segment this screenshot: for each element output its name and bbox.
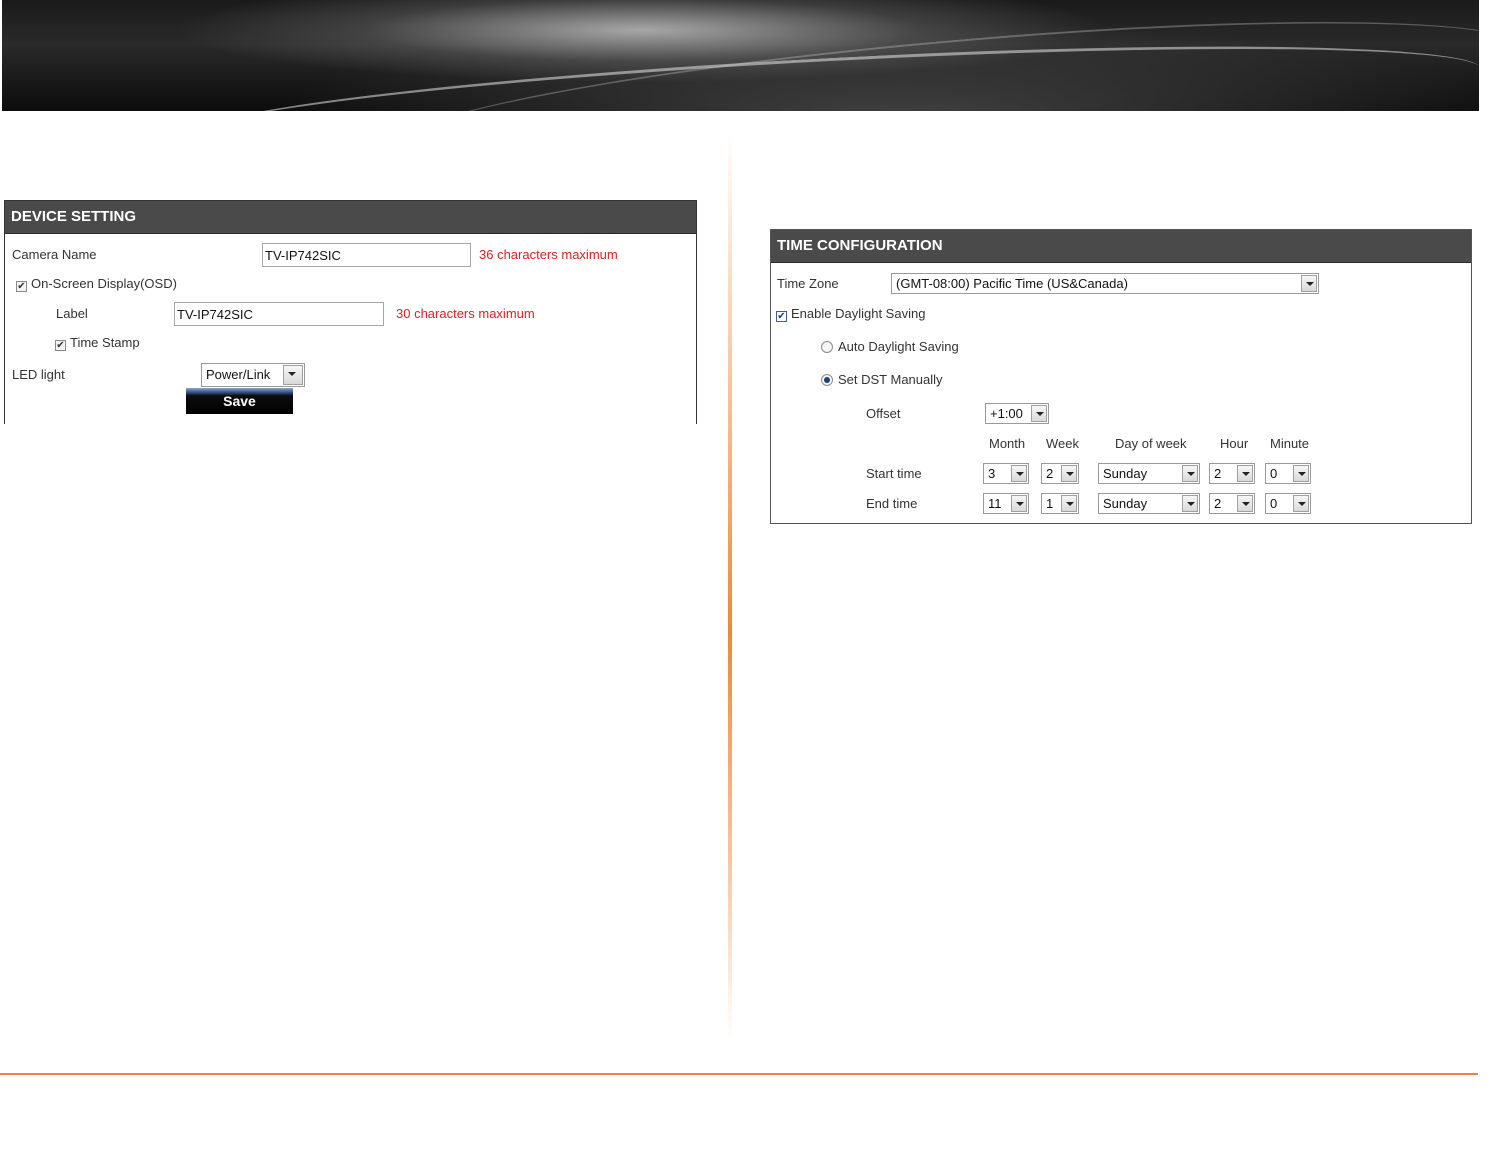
start-day-value: Sunday: [1103, 466, 1148, 481]
end-month-select[interactable]: 11: [983, 493, 1029, 514]
camera-name-input[interactable]: [262, 243, 471, 267]
label-input[interactable]: [174, 302, 384, 326]
banner-swoosh-secondary: [378, 0, 1479, 111]
auto-dst-row: Auto Daylight Saving: [821, 339, 959, 354]
time-zone-select[interactable]: (GMT-08:00) Pacific Time (US&Canada): [891, 273, 1319, 294]
led-light-value: Power/Link: [206, 367, 271, 382]
save-button[interactable]: Save: [186, 388, 293, 414]
vertical-divider: [728, 130, 732, 1040]
footer-divider: [0, 1073, 1478, 1075]
time-zone-value: (GMT-08:00) Pacific Time (US&Canada): [896, 276, 1128, 291]
chevron-down-icon: [1293, 465, 1309, 482]
label-label: Label: [56, 306, 88, 321]
start-month-select[interactable]: 3: [983, 463, 1029, 484]
column-week: Week: [1046, 436, 1079, 451]
end-hour-value: 2: [1214, 496, 1222, 511]
end-hour-select[interactable]: 2: [1209, 493, 1255, 514]
start-minute-value: 0: [1270, 466, 1278, 481]
end-week-value: 1: [1046, 496, 1054, 511]
chevron-down-icon: [1237, 465, 1253, 482]
camera-name-label: Camera Name: [12, 247, 97, 262]
time-stamp-label: Time Stamp: [70, 335, 140, 350]
column-month: Month: [989, 436, 1026, 451]
offset-value: +1:00: [990, 406, 1023, 421]
header-banner: [2, 0, 1479, 111]
chevron-down-icon: [1061, 495, 1077, 512]
osd-row: ✔ On-Screen Display(OSD): [16, 276, 177, 292]
chevron-down-icon: [1301, 275, 1317, 292]
chevron-down-icon: [1061, 465, 1077, 482]
end-time-label: End time: [866, 496, 918, 511]
start-time-label: Start time: [866, 466, 922, 481]
time-configuration-panel: TIME CONFIGURATION Time Zone (GMT-08:00)…: [770, 229, 1472, 524]
start-month-value: 3: [988, 466, 996, 481]
time-stamp-row: ✔ Time Stamp: [55, 335, 140, 351]
time-zone-label: Time Zone: [777, 276, 839, 291]
chevron-down-icon: [283, 365, 303, 385]
chevron-down-icon: [1293, 495, 1309, 512]
chevron-down-icon: [1011, 465, 1027, 482]
start-minute-select[interactable]: 0: [1265, 463, 1311, 484]
osd-checkbox[interactable]: ✔: [16, 281, 27, 292]
offset-label: Offset: [866, 406, 901, 421]
enable-dst-label: Enable Daylight Saving: [791, 306, 926, 321]
offset-select[interactable]: +1:00: [985, 403, 1049, 424]
end-minute-select[interactable]: 0: [1265, 493, 1311, 514]
device-setting-title: DEVICE SETTING: [5, 201, 696, 234]
chevron-down-icon: [1011, 495, 1027, 512]
start-day-select[interactable]: Sunday: [1098, 463, 1200, 484]
chevron-down-icon: [1182, 495, 1198, 512]
chevron-down-icon: [1237, 495, 1253, 512]
end-week-select[interactable]: 1: [1041, 493, 1079, 514]
manual-dst-label: Set DST Manually: [838, 372, 943, 387]
start-week-select[interactable]: 2: [1041, 463, 1079, 484]
start-week-value: 2: [1046, 466, 1054, 481]
end-month-value: 11: [988, 496, 1002, 511]
osd-label: On-Screen Display(OSD): [31, 276, 177, 291]
start-hour-value: 2: [1214, 466, 1222, 481]
end-day-select[interactable]: Sunday: [1098, 493, 1200, 514]
column-minute: Minute: [1270, 436, 1310, 451]
start-hour-select[interactable]: 2: [1209, 463, 1255, 484]
end-day-value: Sunday: [1103, 496, 1148, 511]
auto-dst-label: Auto Daylight Saving: [838, 339, 959, 354]
led-light-select[interactable]: Power/Link: [201, 363, 305, 387]
device-setting-panel: DEVICE SETTING Camera Name 36 characters…: [4, 200, 697, 424]
column-day-of-week: Day of week: [1115, 436, 1187, 451]
manual-dst-radio[interactable]: [821, 374, 833, 386]
chevron-down-icon: [1031, 405, 1047, 422]
time-configuration-title: TIME CONFIGURATION: [771, 230, 1471, 263]
label-hint: 30 characters maximum: [396, 306, 535, 321]
auto-dst-radio[interactable]: [821, 341, 833, 353]
end-minute-value: 0: [1270, 496, 1278, 511]
led-light-label: LED light: [12, 367, 65, 382]
camera-name-hint: 36 characters maximum: [479, 247, 618, 262]
chevron-down-icon: [1182, 465, 1198, 482]
manual-dst-row: Set DST Manually: [821, 372, 943, 387]
time-stamp-checkbox[interactable]: ✔: [55, 340, 66, 351]
column-hour: Hour: [1220, 436, 1249, 451]
enable-dst-checkbox[interactable]: ✔: [776, 311, 787, 322]
enable-dst-row: ✔ Enable Daylight Saving: [776, 306, 925, 322]
